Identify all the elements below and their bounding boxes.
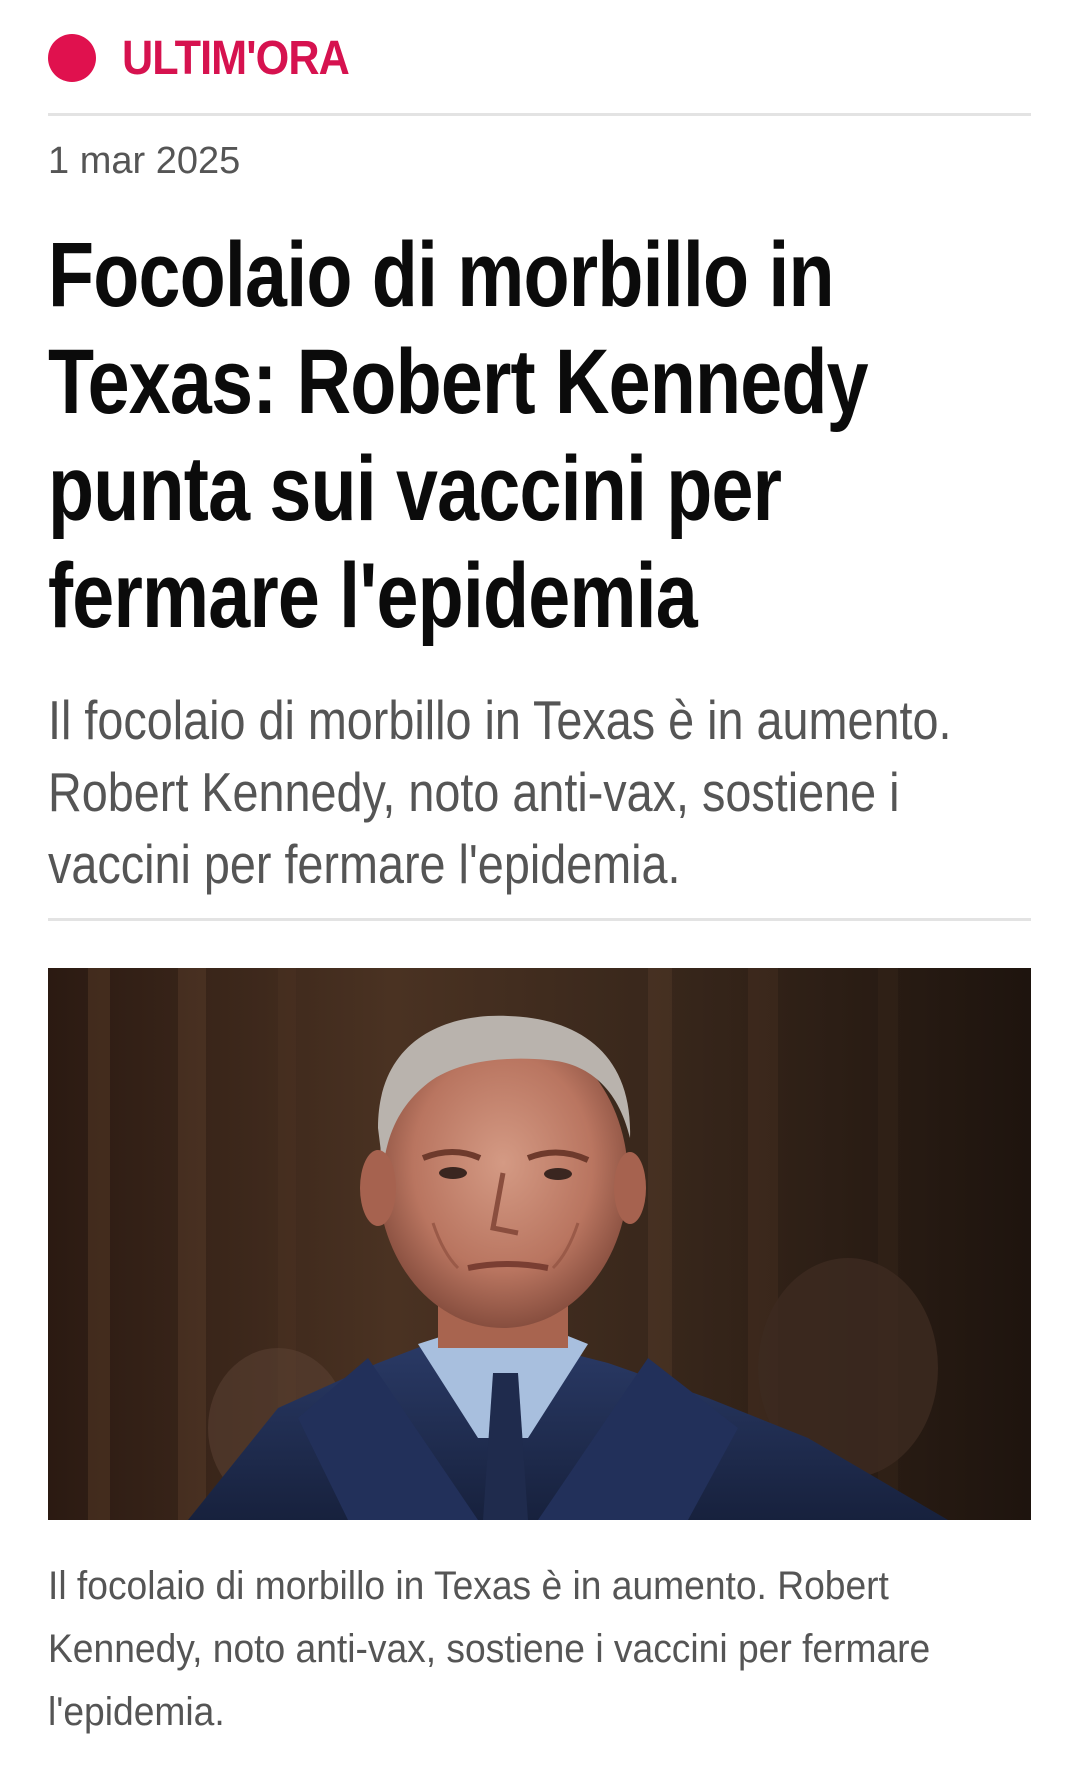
- summary-divider: [48, 918, 1031, 921]
- live-dot-icon: [48, 34, 96, 82]
- article-summary: Il focolaio di morbillo in Texas è in au…: [48, 689, 952, 895]
- article-headline: Focolaio di morbillo in Texas: Robert Ke…: [48, 224, 869, 647]
- breaking-news-label: ULTIM'ORA: [122, 31, 350, 85]
- top-divider: [48, 113, 1031, 116]
- article-date: 1 mar 2025: [48, 140, 241, 182]
- article-photo[interactable]: [48, 968, 1031, 1520]
- breaking-news-bar[interactable]: ULTIM'ORA: [48, 28, 374, 88]
- photo-caption: Il focolaio di morbillo in Texas è in au…: [48, 1564, 931, 1734]
